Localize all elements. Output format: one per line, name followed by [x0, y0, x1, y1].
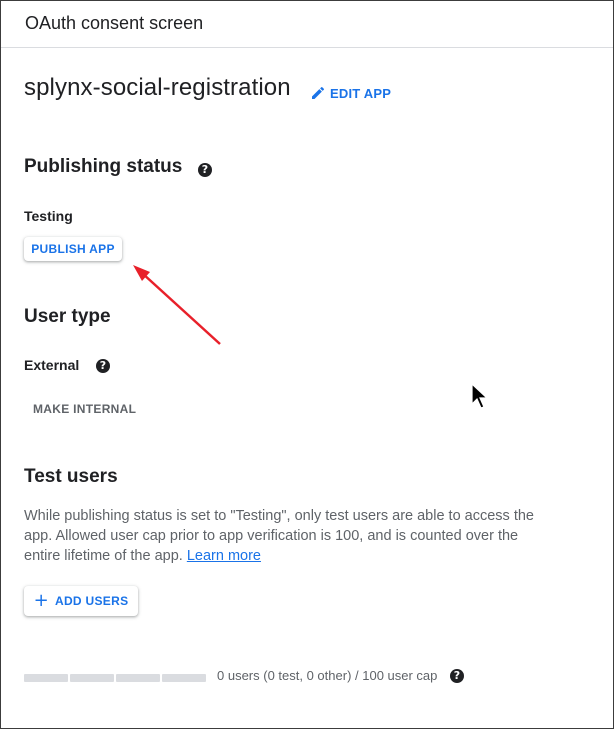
edit-app-label: EDIT APP: [330, 85, 392, 101]
page-header: OAuth consent screen: [1, 1, 613, 48]
make-internal-button[interactable]: MAKE INTERNAL: [33, 402, 136, 416]
publishing-status-heading: Publishing status: [24, 156, 183, 177]
window-frame: [0, 0, 614, 729]
add-users-button[interactable]: + ADD USERS: [24, 586, 138, 616]
learn-more-link[interactable]: Learn more: [187, 548, 261, 564]
test-users-description-text: While publishing status is set to "Testi…: [24, 508, 534, 564]
add-users-label: ADD USERS: [55, 594, 129, 608]
app-name: splynx-social-registration: [24, 74, 291, 101]
plus-icon: +: [33, 590, 49, 611]
publish-app-button[interactable]: PUBLISH APP: [24, 237, 122, 261]
progress-segment: [162, 674, 206, 682]
progress-segment: [116, 674, 160, 682]
help-icon[interactable]: ?: [450, 669, 464, 683]
progress-segment: [70, 674, 114, 682]
user-cap-text: 0 users (0 test, 0 other) / 100 user cap: [217, 668, 438, 683]
edit-app-button[interactable]: EDIT APP: [310, 84, 391, 102]
page-title: OAuth consent screen: [25, 13, 204, 33]
test-users-description: While publishing status is set to "Testi…: [24, 506, 554, 566]
mouse-cursor-icon: [471, 383, 489, 409]
progress-segment: [24, 674, 68, 682]
test-users-heading: Test users: [24, 466, 118, 487]
help-icon[interactable]: ?: [96, 359, 110, 373]
pencil-icon: [312, 86, 325, 99]
user-cap-progress-bar: [24, 674, 206, 682]
user-type-heading: User type: [24, 306, 111, 327]
help-icon[interactable]: ?: [198, 163, 212, 177]
publishing-status-value: Testing: [24, 208, 73, 224]
user-type-value: External: [24, 357, 80, 373]
